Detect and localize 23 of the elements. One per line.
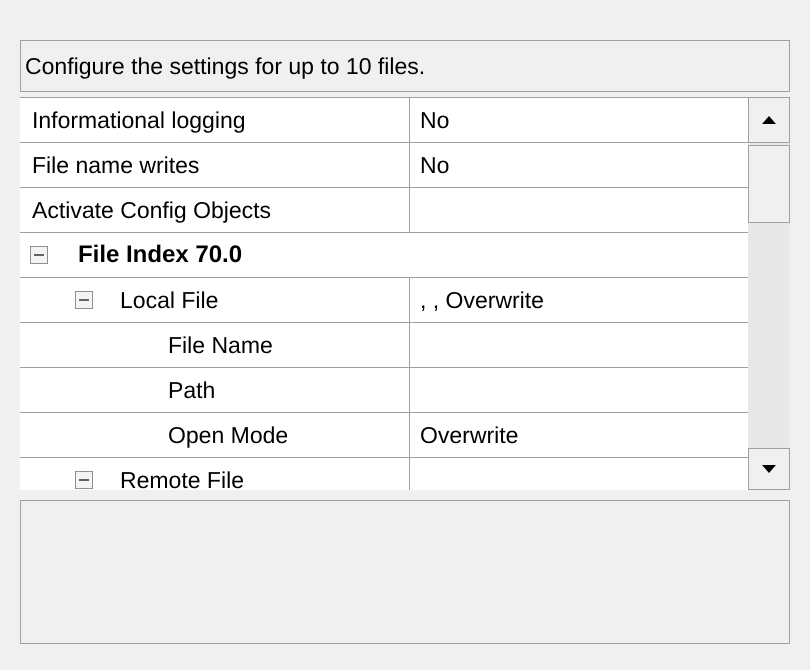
up-arrow-icon <box>762 116 776 124</box>
property-name[interactable]: File name writes <box>32 148 200 182</box>
category-label: File Index 70.0 <box>78 240 242 270</box>
property-name[interactable]: Informational logging <box>32 102 246 138</box>
property-name[interactable]: File Name <box>168 328 273 362</box>
down-arrow-icon <box>762 465 776 473</box>
property-name[interactable]: Activate Config Objects <box>32 192 272 228</box>
scroll-up-button[interactable] <box>748 97 790 143</box>
scroll-thumb[interactable] <box>748 145 790 223</box>
property-name[interactable]: Open Mode <box>168 418 288 452</box>
description-box: Configure the settings for up to 10 files. <box>20 40 790 92</box>
scrollbar[interactable] <box>748 97 790 490</box>
collapse-icon[interactable] <box>75 291 93 309</box>
property-value[interactable]: No <box>420 102 450 138</box>
property-name[interactable]: Path <box>168 372 216 408</box>
collapse-icon[interactable] <box>75 471 93 489</box>
property-value[interactable]: , , Overwrite <box>420 282 544 318</box>
collapse-icon[interactable] <box>30 246 48 264</box>
property-value[interactable]: No <box>420 148 450 182</box>
property-value[interactable]: Overwrite <box>420 418 518 452</box>
property-name[interactable]: Local File <box>120 282 218 318</box>
scroll-down-button[interactable] <box>748 448 790 490</box>
property-name[interactable]: Remote File <box>120 462 244 490</box>
